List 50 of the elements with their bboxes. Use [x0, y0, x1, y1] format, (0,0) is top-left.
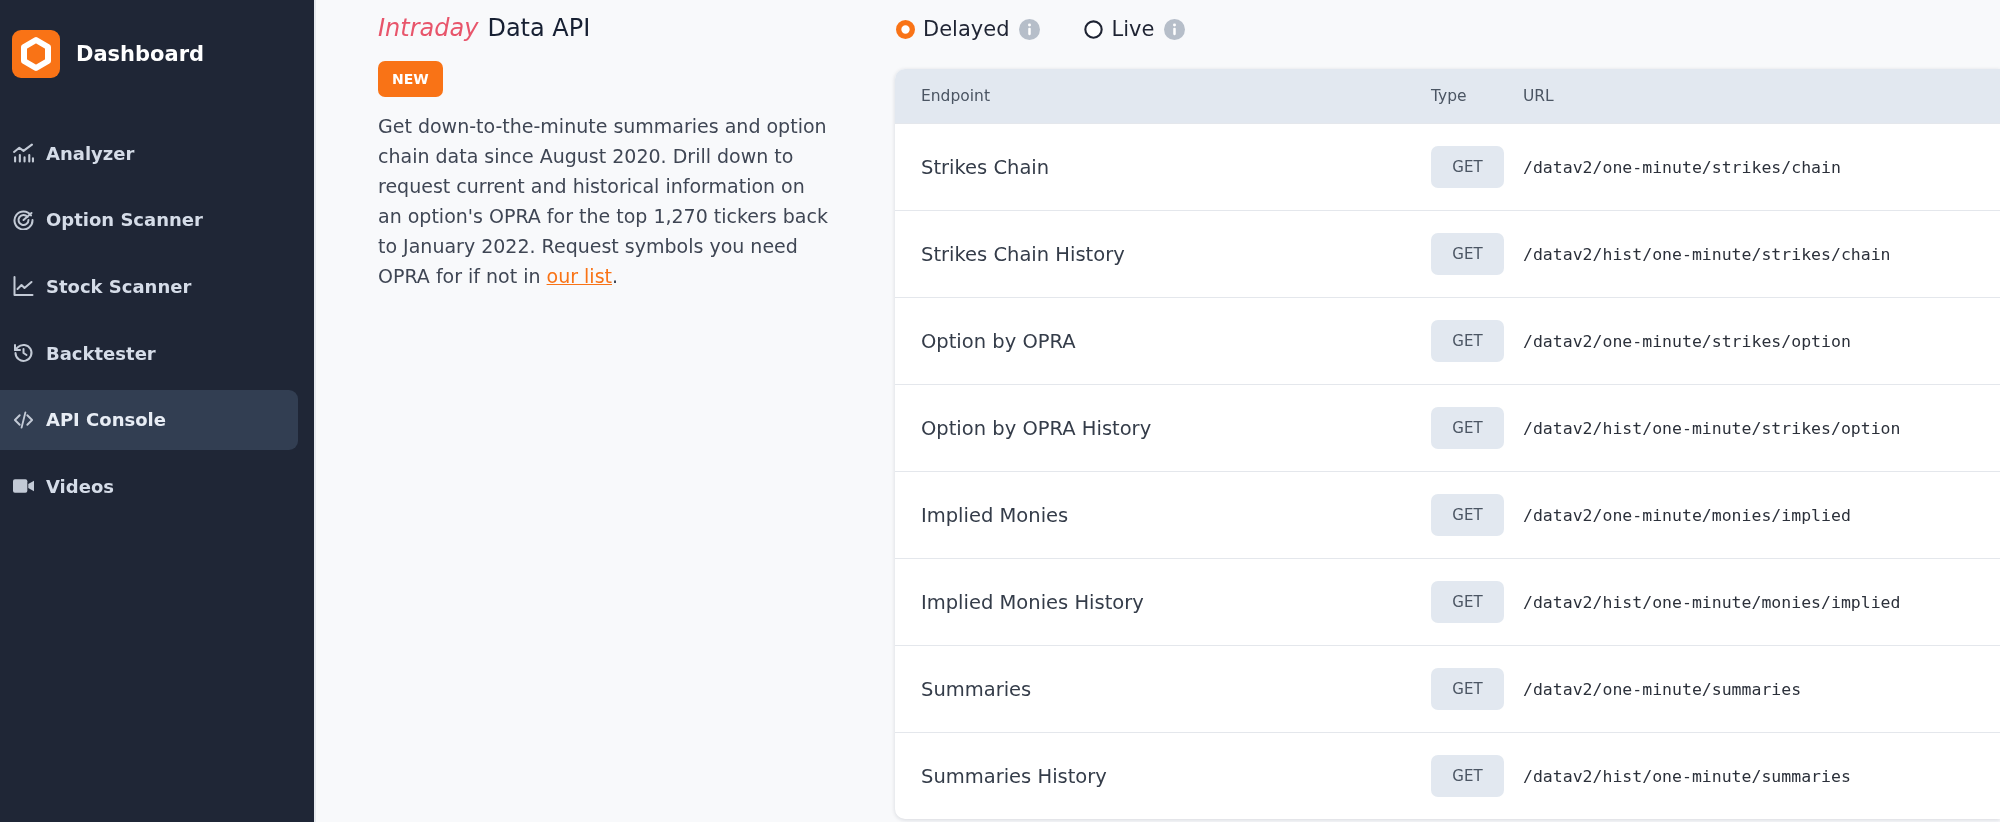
radio-empty-icon[interactable] [1084, 19, 1104, 39]
endpoint-url: /datav2/hist/one-minute/strikes/option [1523, 418, 1901, 438]
title-emphasis: Intraday [378, 13, 479, 44]
column-header: URL [1523, 87, 1554, 105]
code-icon [13, 409, 34, 430]
method-tag: GET [1431, 320, 1504, 362]
endpoint-name: Implied Monies [921, 503, 1069, 527]
history-icon [13, 343, 34, 364]
sidebar-item[interactable]: Backtester [0, 323, 298, 384]
method-tag: GET [1431, 581, 1504, 623]
new-badge: NEW [378, 61, 443, 97]
endpoint-url: /datav2/hist/one-minute/summaries [1523, 766, 1851, 786]
sidebar-item[interactable]: Analyzer [0, 123, 298, 183]
endpoint-name: Summaries History [921, 764, 1107, 788]
endpoint-url: /datav2/hist/one-minute/monies/implied [1523, 592, 1901, 612]
page-title: Data API [487, 13, 591, 44]
sidebar-item[interactable]: Stock Scanner [0, 256, 298, 317]
endpoint-name: Implied Monies History [921, 590, 1144, 614]
endpoint-name: Summaries [921, 677, 1032, 701]
endpoint-name: Option by OPRA History [921, 416, 1152, 440]
endpoint-url: /datav2/hist/one-minute/strikes/chain [1523, 244, 1891, 264]
column-header: Endpoint [921, 87, 990, 105]
endpoint-url: /datav2/one-minute/monies/implied [1523, 505, 1851, 525]
description-text: Get down-to-the-minute summaries and option chain data since August 2020. Drill down to request current and historical information on an option's OPRA for the top 1,270 tickers back to January 2022. Request symbols you need OPRA for if not in our list. [378, 114, 829, 289]
method-tag: GET [1431, 233, 1504, 275]
endpoint-url: /datav2/one-minute/summaries [1523, 679, 1802, 699]
sidebar-item[interactable]: API Console [0, 389, 298, 450]
column-header: Type [1431, 87, 1467, 105]
info-icon[interactable] [1019, 18, 1041, 40]
info-icon[interactable] [1164, 18, 1186, 40]
endpoint-name: Strikes Chain History [921, 242, 1125, 266]
bar-chart-icon [13, 143, 34, 163]
logo-icon[interactable] [12, 30, 60, 78]
feed-radio-option[interactable]: Delayed [896, 17, 1010, 41]
line-chart-icon [13, 276, 34, 297]
endpoint-url: /datav2/one-minute/strikes/chain [1523, 157, 1841, 177]
endpoint-url: /datav2/one-minute/strikes/option [1523, 331, 1851, 351]
brand-name[interactable]: Dashboard [76, 42, 205, 66]
endpoint-name: Option by OPRA [921, 329, 1076, 353]
radio-selected-icon[interactable] [896, 19, 915, 39]
feed-radio-option[interactable]: Live [1084, 17, 1155, 41]
method-tag: GET [1431, 494, 1504, 536]
method-tag: GET [1431, 146, 1504, 188]
method-tag: GET [1431, 755, 1504, 797]
sidebar-item[interactable]: Videos [0, 456, 298, 517]
radar-icon [13, 209, 34, 230]
method-tag: GET [1431, 668, 1504, 710]
endpoint-name: Strikes Chain [921, 155, 1050, 179]
sidebar-item[interactable]: Option Scanner [0, 189, 298, 250]
method-tag: GET [1431, 407, 1504, 449]
